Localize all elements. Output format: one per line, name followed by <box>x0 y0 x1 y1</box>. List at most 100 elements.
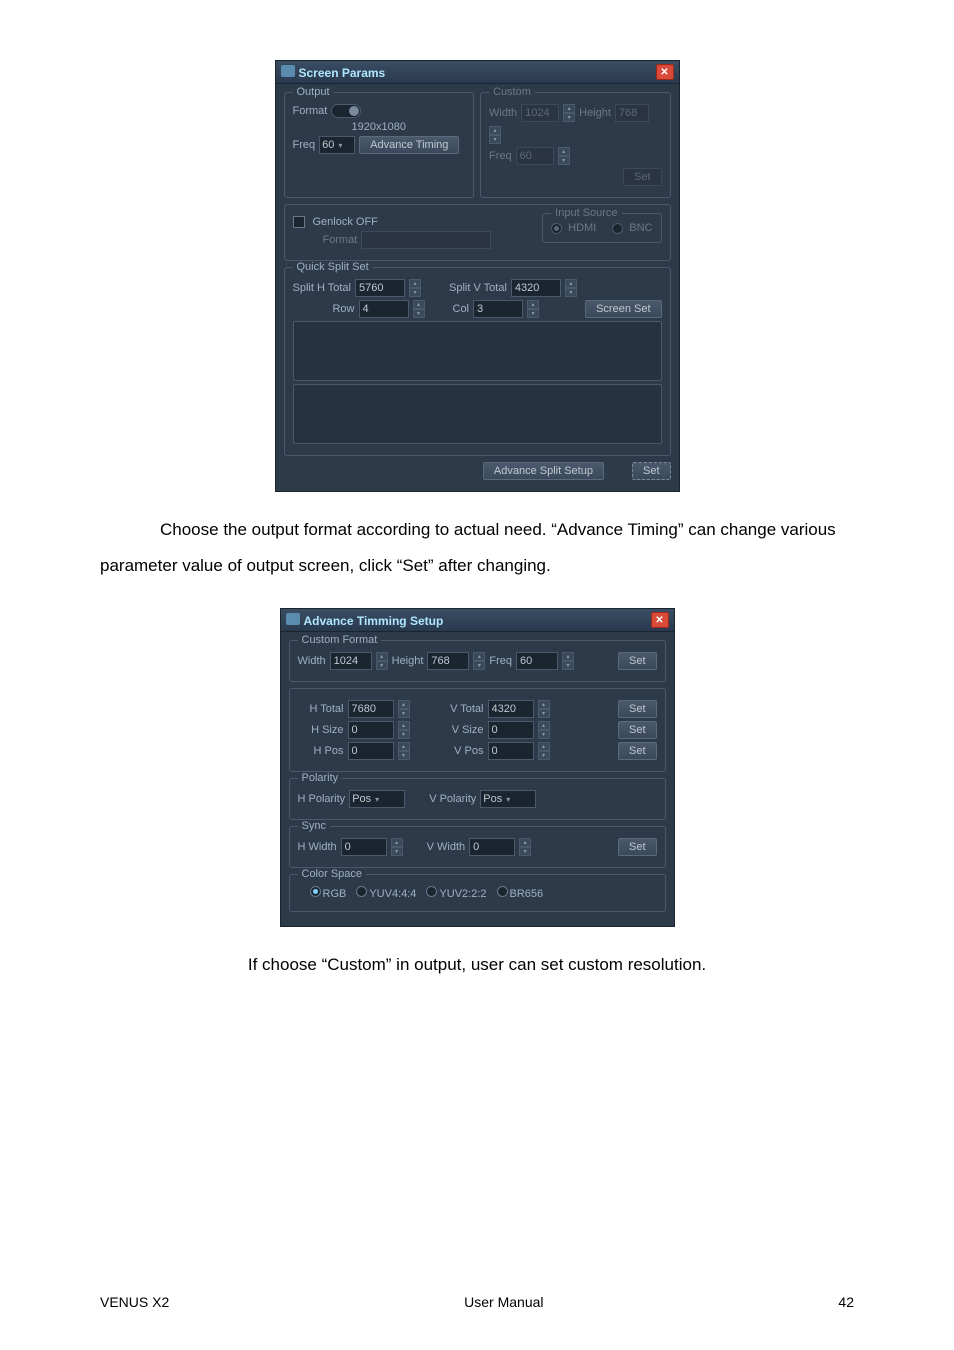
sync-legend: Sync <box>298 820 330 832</box>
vtotal-input[interactable] <box>488 700 534 718</box>
vtotal-spinner[interactable]: ▴▾ <box>538 700 550 718</box>
row-spinner[interactable]: ▴▾ <box>413 300 425 318</box>
vpos-spinner[interactable]: ▴▾ <box>538 742 550 760</box>
yuv444-radio[interactable] <box>356 886 367 897</box>
input-source-group: Input Source HDMI BNC <box>542 213 661 243</box>
advance-timing-button[interactable]: Advance Timing <box>359 136 459 154</box>
titlebar: Screen Params ✕ <box>276 61 679 84</box>
split-h-input[interactable] <box>355 279 405 297</box>
polarity-legend: Polarity <box>298 772 343 784</box>
genlock-group: Genlock OFF Format Input Source HDMI BNC <box>284 204 671 261</box>
cf-freq-input[interactable] <box>516 652 558 670</box>
cs-legend: Color Space <box>298 868 367 880</box>
split-area-2 <box>293 384 662 444</box>
custom-legend: Custom <box>489 86 535 98</box>
hdmi-radio <box>551 223 562 234</box>
totals-set2-button[interactable]: Set <box>618 721 657 739</box>
footer-center: User Manual <box>464 1294 543 1310</box>
cf-freq-label: Freq <box>489 655 512 667</box>
vwidth-spinner[interactable]: ▴▾ <box>519 838 531 856</box>
hsize-spinner[interactable]: ▴▾ <box>398 721 410 739</box>
format-value: 1920x1080 <box>352 121 406 133</box>
vwidth-label: V Width <box>427 841 466 853</box>
freq-select[interactable]: 60 <box>319 136 355 154</box>
format-toggle[interactable] <box>331 104 361 118</box>
cf-freq-spinner[interactable]: ▴▾ <box>562 652 574 670</box>
hwidth-input[interactable] <box>341 838 387 856</box>
output-group: Output Format 1920x1080 Freq 60 Advance … <box>284 92 475 198</box>
quick-split-group: Quick Split Set Split H Total ▴▾ Split V… <box>284 267 671 456</box>
vpos-label: V Pos <box>438 745 484 757</box>
custom-set-button: Set <box>623 168 662 186</box>
cf-width-spinner[interactable]: ▴▾ <box>376 652 388 670</box>
input-source-legend: Input Source <box>551 207 621 219</box>
custom-format-group: Custom Format Width ▴▾ Height ▴▾ Freq ▴▾… <box>289 640 666 682</box>
vtotal-label: V Total <box>438 703 484 715</box>
hpos-input[interactable] <box>348 742 394 760</box>
height-input <box>615 104 649 122</box>
width-input <box>521 104 559 122</box>
genlock-checkbox[interactable] <box>293 216 305 228</box>
vsize-spinner[interactable]: ▴▾ <box>538 721 550 739</box>
vpol-label: V Polarity <box>429 793 476 805</box>
vwidth-input[interactable] <box>469 838 515 856</box>
yuv222-label: YUV2:2:2 <box>439 888 486 900</box>
row-label: Row <box>293 303 355 315</box>
split-h-spinner[interactable]: ▴▾ <box>409 279 421 297</box>
hsize-input[interactable] <box>348 721 394 739</box>
rgb-radio[interactable] <box>310 886 321 897</box>
footer-right: 42 <box>838 1294 854 1310</box>
screen-set-button[interactable]: Screen Set <box>585 300 661 318</box>
totals-group: H Total ▴▾ V Total ▴▾ Set H Size ▴▾ V Si… <box>289 688 666 772</box>
vpos-input[interactable] <box>488 742 534 760</box>
htotal-spinner[interactable]: ▴▾ <box>398 700 410 718</box>
split-v-input[interactable] <box>511 279 561 297</box>
sync-set-button[interactable]: Set <box>618 838 657 856</box>
vsize-input[interactable] <box>488 721 534 739</box>
bnc-label: BNC <box>629 222 652 234</box>
caption-1: Choose the output format according to ac… <box>100 512 854 583</box>
set-button[interactable]: Set <box>632 462 671 480</box>
screen-params-dialog: Screen Params ✕ Output Format 1920x1080 … <box>275 60 680 492</box>
cf-height-input[interactable] <box>427 652 469 670</box>
col-input[interactable] <box>473 300 523 318</box>
caption-2: If choose “Custom” in output, user can s… <box>100 947 854 983</box>
totals-set1-button[interactable]: Set <box>618 700 657 718</box>
width-label: Width <box>489 107 517 119</box>
polarity-group: Polarity H Polarity Pos V Polarity Pos <box>289 778 666 820</box>
close-icon-2[interactable]: ✕ <box>651 612 669 628</box>
footer-left: VENUS X2 <box>100 1294 169 1310</box>
vsize-label: V Size <box>438 724 484 736</box>
cf-width-input[interactable] <box>330 652 372 670</box>
hpos-spinner[interactable]: ▴▾ <box>398 742 410 760</box>
cfreq-spinner: ▴▾ <box>558 147 570 165</box>
genlock-format-label: Format <box>323 234 358 246</box>
cf-set-button[interactable]: Set <box>618 652 657 670</box>
br656-radio[interactable] <box>497 886 508 897</box>
advance-timing-dialog: Advance Timming Setup ✕ Custom Format Wi… <box>280 608 675 927</box>
quick-split-legend: Quick Split Set <box>293 261 373 273</box>
row-input[interactable] <box>359 300 409 318</box>
titlebar-2: Advance Timming Setup ✕ <box>281 609 674 632</box>
htotal-input[interactable] <box>348 700 394 718</box>
app-icon <box>281 65 295 77</box>
split-v-label: Split V Total <box>449 282 507 294</box>
rgb-label: RGB <box>323 888 347 900</box>
cf-legend: Custom Format <box>298 634 382 646</box>
close-icon[interactable]: ✕ <box>656 64 674 80</box>
hpol-select[interactable]: Pos <box>349 790 405 808</box>
hpol-label: H Polarity <box>298 793 346 805</box>
br656-label: BR656 <box>510 888 544 900</box>
totals-set3-button[interactable]: Set <box>618 742 657 760</box>
sync-group: Sync H Width ▴▾ V Width ▴▾ Set <box>289 826 666 868</box>
custom-group: Custom Width ▴▾ Height ▴▾ Freq ▴▾ Set <box>480 92 671 198</box>
hsize-label: H Size <box>298 724 344 736</box>
split-v-spinner[interactable]: ▴▾ <box>565 279 577 297</box>
col-spinner[interactable]: ▴▾ <box>527 300 539 318</box>
hwidth-spinner[interactable]: ▴▾ <box>391 838 403 856</box>
yuv222-radio[interactable] <box>426 886 437 897</box>
cf-height-spinner[interactable]: ▴▾ <box>473 652 485 670</box>
yuv444-label: YUV4:4:4 <box>369 888 416 900</box>
advance-split-button[interactable]: Advance Split Setup <box>483 462 604 480</box>
vpol-select[interactable]: Pos <box>480 790 536 808</box>
